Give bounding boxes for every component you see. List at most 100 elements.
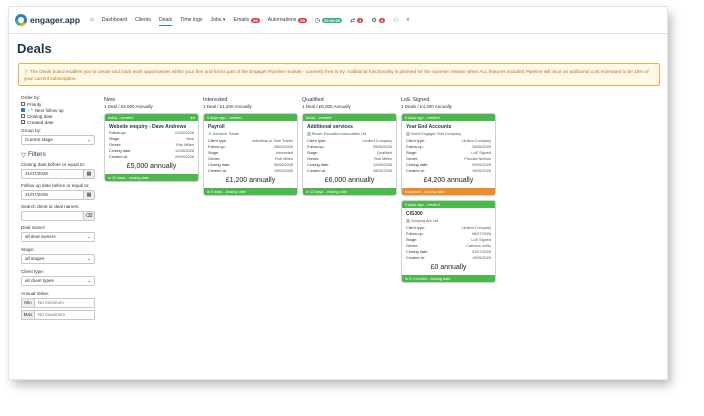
closing-date-label: Closing date before or equal to: [21, 161, 86, 167]
deal-amount: £0 annually [430, 264, 467, 271]
group-by-select[interactable]: Current stage ⌄ [21, 134, 95, 145]
max-input[interactable]: No maximum [35, 309, 95, 320]
checkbox[interactable] [21, 102, 25, 106]
page-title: Deals [17, 41, 52, 56]
row-value: 19/05/2026 [471, 169, 491, 173]
nav-automations[interactable]: Automations 99 [268, 17, 307, 23]
order-option-priority[interactable]: Priority [21, 102, 95, 107]
emails-badge: 99 [251, 17, 260, 23]
column-summary: 2 Deals / £4,200 Annually [401, 104, 453, 109]
deal-card[interactable]: today - created Additional services ▥ Re… [302, 113, 397, 196]
client-type-select[interactable]: all client types ⌄ [21, 275, 95, 286]
nav-deals[interactable]: Deals [158, 17, 173, 26]
card-header: 9 days ago - created [204, 114, 297, 121]
chevron-down-icon: ⌄ [87, 136, 91, 142]
closing-date-input[interactable]: 31/07/2026 [21, 168, 84, 179]
card-row: Created at: 28/05/2026 [307, 168, 392, 174]
annual-value-label: Annual Value: [21, 290, 50, 296]
nav-jobs[interactable]: Jobs ▾ [211, 17, 226, 23]
nav-automations-label: Automations [267, 17, 297, 23]
deal-card[interactable]: 9 days ago - created Year End Accounts ▥… [401, 113, 496, 196]
column-title: LoE Signed [401, 97, 430, 103]
column-summary: 1 Deal / £1,200 Annually [203, 104, 252, 109]
checkbox[interactable] [21, 114, 25, 118]
deal-amount: £6,000 annually [324, 177, 375, 184]
order-option-next-follow-up[interactable]: ↑ ^ Next follow up [21, 108, 95, 113]
client-name[interactable]: ▥ Client Engager Test Company [406, 131, 491, 136]
calendar-icon[interactable]: ▦ [84, 189, 95, 200]
status-icon[interactable]: ⚇ [393, 17, 398, 24]
deal-amount: £4,200 annually [423, 177, 474, 184]
client-name-text: Jumping Ant Ltd [410, 219, 438, 223]
deal-title[interactable]: Additional services [307, 124, 392, 130]
checkbox-checked[interactable] [21, 108, 25, 112]
stage-select[interactable]: all stages ⌄ [21, 253, 95, 264]
nav-dashboard[interactable]: Dashboard [102, 17, 127, 23]
created-age: today - created [108, 115, 134, 120]
card-header: today - created ●● [105, 114, 198, 121]
deal-title[interactable]: CIS300 [406, 211, 491, 217]
owner-label: Deal owner: [21, 224, 46, 230]
client-name[interactable]: ▥ Reach Education Associates Ltd [307, 131, 392, 136]
column-title: New [104, 97, 116, 103]
notifications-menu[interactable]: ⚙ 9 [371, 17, 386, 24]
column-interested: Interested 1 Deal / £1,200 Annually 9 da… [203, 97, 298, 200]
search-input[interactable] [21, 210, 84, 221]
tasks-badge: 4 [357, 17, 364, 23]
nav-emails-label: Emails [233, 17, 250, 23]
card-row: Created at: 19/05/2026 [208, 168, 293, 174]
deal-title[interactable]: Payroll [208, 124, 293, 130]
info-banner: ⓘ The Deals board enables you to create … [18, 63, 660, 86]
row-value: 19/05/2026 [471, 256, 491, 260]
row-label: Created at: [109, 155, 128, 159]
tasks-icon: ⇄ [350, 17, 356, 24]
row-value: 19/05/2026 [273, 169, 293, 173]
timer-control[interactable]: ◷ 00:00:00 [315, 17, 343, 24]
owner-select[interactable]: all deal owners ⌄ [21, 231, 95, 242]
column-summary: 1 Deal / £6,000 Annually [302, 104, 351, 109]
app-window: engager.app ⌂ Dashboard Clients Deals Ti… [9, 7, 667, 379]
nav-clients[interactable]: Clients [135, 17, 151, 23]
search-label: Search client or deal names: [21, 203, 80, 209]
client-name[interactable]: ▥ Jumping Ant Ltd [406, 218, 491, 223]
nav-emails[interactable]: Emails 99 [234, 17, 260, 23]
order-option-closing-date[interactable]: Closing date [21, 114, 95, 119]
order-option-created-date[interactable]: Created date [21, 120, 95, 125]
deal-card[interactable]: 9 days ago - created Payroll ♙ Johnson, … [203, 113, 298, 196]
deal-amount: £1,200 annually [225, 177, 276, 184]
home-icon[interactable]: ⌂ [90, 17, 94, 23]
card-footer: in 12 days - closing date [105, 174, 198, 181]
select-value: all client types [25, 278, 54, 283]
row-label: Created at: [406, 169, 425, 173]
card-row: Created at: 19/05/2026 [406, 255, 491, 261]
group-by-label: Group by: [21, 127, 42, 133]
row-value: 29/05/2026 [174, 155, 194, 159]
row-label: Created at: [406, 256, 425, 260]
toggle-icon[interactable]: ●● [190, 116, 195, 120]
deal-card[interactable]: today - created ●● Website enquiry - Dave… [104, 113, 199, 182]
clear-icon[interactable]: ⌫ [84, 210, 95, 221]
calendar-icon[interactable]: ▦ [84, 168, 95, 179]
card-row: Created at: 29/05/2026 [109, 154, 194, 160]
min-input[interactable]: No minimum [35, 297, 95, 308]
deal-card[interactable]: 9 days ago - created CIS300 ▥ Jumping An… [401, 200, 496, 283]
client-name[interactable]: ♙ Johnson, Sarah [208, 131, 293, 136]
filters-heading: ▽ Filters [21, 151, 95, 159]
client-name-text: Johnson, Sarah [212, 132, 240, 136]
column-title: Qualified [302, 97, 324, 103]
nav-timelogs[interactable]: Time logs [180, 17, 202, 23]
automations-badge: 99 [298, 17, 307, 23]
checkbox[interactable] [21, 120, 25, 124]
select-value: Current stage [25, 137, 53, 142]
search-icon[interactable]: ⌕ [406, 17, 409, 24]
column-summary: 1 Deal / £5,000 Annually [104, 104, 153, 109]
deal-amount: £5,000 annually [126, 163, 177, 170]
card-footer: tomorrow - closing date [402, 188, 495, 195]
card-header: today - created [303, 114, 396, 121]
followup-date-input[interactable]: 31/07/2026 [21, 189, 84, 200]
min-label: Min [21, 297, 35, 308]
deal-title[interactable]: Year End Accounts [406, 124, 491, 130]
logo[interactable]: engager.app [15, 14, 80, 26]
tasks-menu[interactable]: ⇄ 4 [350, 17, 364, 24]
client-name-text: Client Engager Test Company [410, 132, 462, 136]
